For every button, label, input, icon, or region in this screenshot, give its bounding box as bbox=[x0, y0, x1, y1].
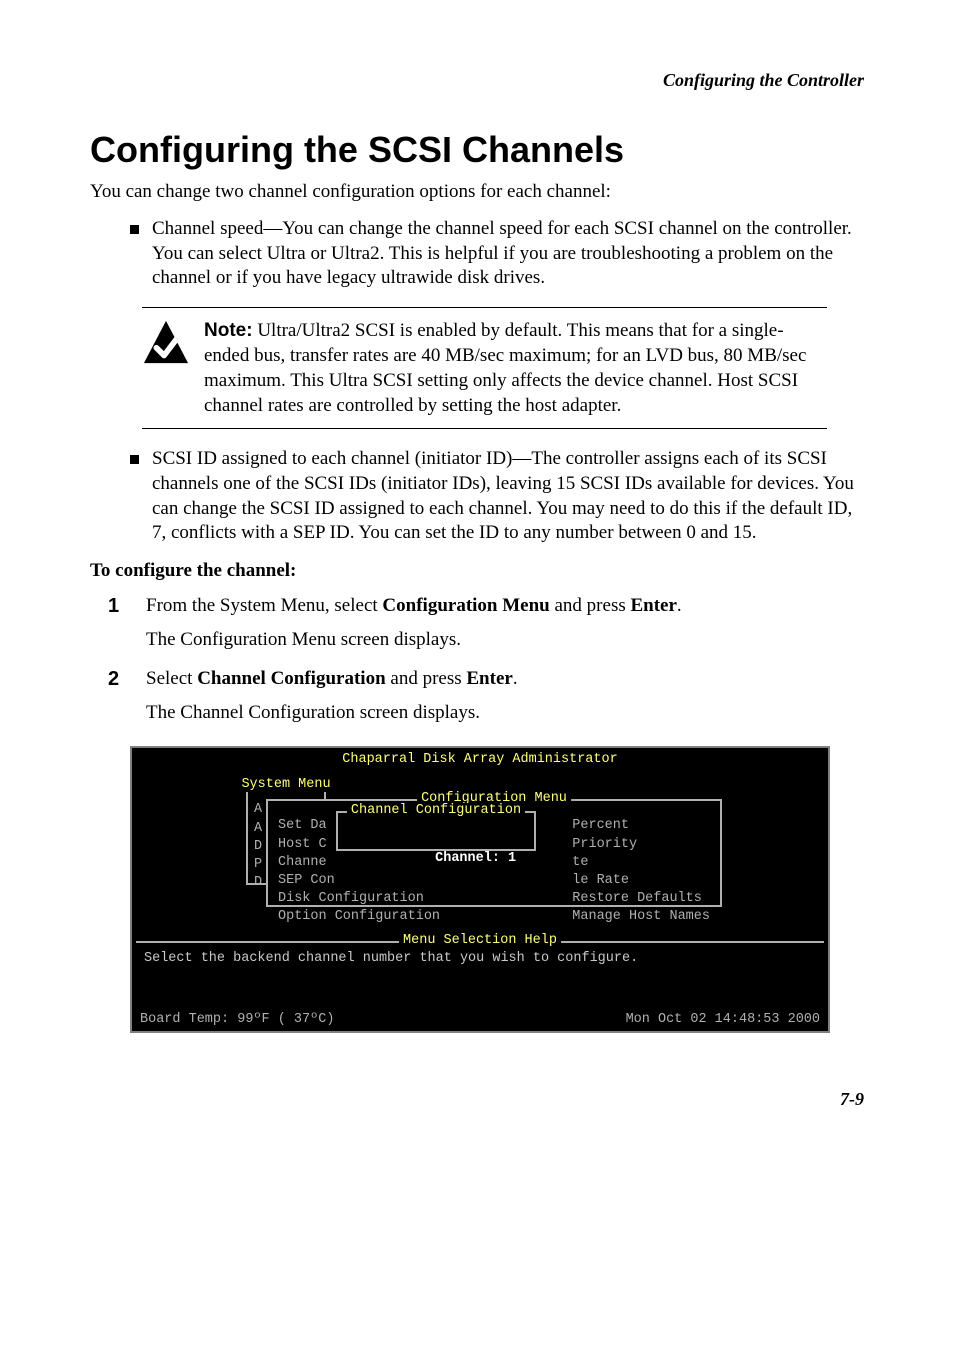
step1-pre: From the System Menu, select bbox=[146, 595, 382, 616]
channel-configuration-title: Channel Configuration bbox=[347, 803, 525, 818]
note-body: Ultra/Ultra2 SCSI is enabled by default.… bbox=[204, 320, 806, 416]
step-2: Select Channel Configuration and press E… bbox=[90, 665, 864, 726]
help-text: Select the backend channel number that y… bbox=[144, 949, 816, 966]
step-1: From the System Menu, select Configurati… bbox=[90, 592, 864, 653]
note-label: Note: bbox=[204, 320, 253, 341]
page-header: Configuring the Controller bbox=[90, 70, 864, 91]
step2-pre: Select bbox=[146, 668, 197, 689]
terminal-screenshot: Chaparral Disk Array Administrator Syste… bbox=[130, 746, 830, 1033]
step2-mid: and press bbox=[386, 668, 467, 689]
step1-bold1: Configuration Menu bbox=[382, 595, 549, 616]
intro-text: You can change two channel configuration… bbox=[90, 181, 864, 203]
page-number: 7-9 bbox=[90, 1089, 864, 1110]
bullet-channel-speed: Channel speed—You can change the channel… bbox=[130, 217, 864, 291]
system-menu-title: System Menu bbox=[237, 777, 334, 792]
step1-mid: and press bbox=[550, 595, 631, 616]
channel-highlight: Channel: 1 bbox=[427, 851, 516, 866]
note-block: Note: Ultra/Ultra2 SCSI is enabled by de… bbox=[142, 307, 827, 429]
step2-bold1: Channel Configuration bbox=[197, 668, 385, 689]
step1-post: . bbox=[677, 595, 682, 616]
channel-configuration-box: Channel Configuration Channel: 1 bbox=[336, 811, 536, 851]
note-text: Note: Ultra/Ultra2 SCSI is enabled by de… bbox=[204, 318, 827, 418]
help-section: Select the backend channel number that y… bbox=[138, 949, 822, 1010]
help-section-title: Menu Selection Help bbox=[399, 933, 561, 948]
step1-after: The Configuration Menu screen displays. bbox=[146, 626, 864, 654]
procedure-heading: To configure the channel: bbox=[90, 560, 864, 582]
board-temp: Board Temp: 99ºF ( 37ºC) bbox=[140, 1012, 334, 1027]
bullet-scsi-id: SCSI ID assigned to each channel (initia… bbox=[130, 447, 864, 546]
step1-bold2: Enter bbox=[630, 595, 676, 616]
conf-col-right: Percent Priority te le Rate Restore Defa… bbox=[572, 817, 710, 926]
terminal-datetime: Mon Oct 02 14:48:53 2000 bbox=[626, 1012, 820, 1027]
step2-post: . bbox=[513, 668, 518, 689]
note-rule-bottom bbox=[142, 428, 827, 429]
page-title: Configuring the SCSI Channels bbox=[90, 129, 864, 171]
help-title-row: Menu Selection Help bbox=[136, 941, 824, 943]
terminal-title: Chaparral Disk Array Administrator bbox=[136, 750, 824, 777]
checkmark-triangle-icon bbox=[142, 318, 196, 418]
step2-bold2: Enter bbox=[466, 668, 512, 689]
step2-after: The Channel Configuration screen display… bbox=[146, 699, 864, 727]
terminal-status-bar: Board Temp: 99ºF ( 37ºC) Mon Oct 02 14:4… bbox=[136, 1010, 824, 1029]
